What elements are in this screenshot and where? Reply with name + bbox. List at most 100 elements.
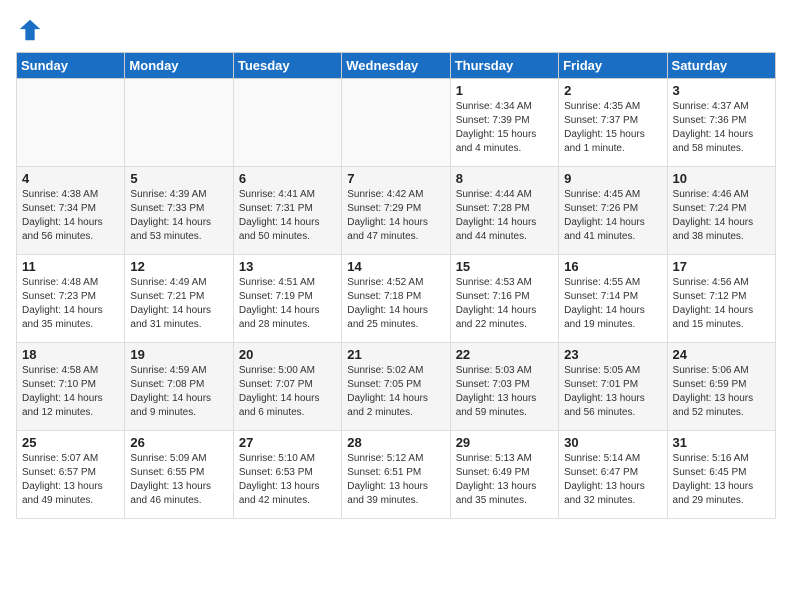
calendar-cell: 9 Sunrise: 4:45 AM Sunset: 7:26 PM Daylig… — [559, 167, 667, 255]
day-info: Sunrise: 5:16 AM Sunset: 6:45 PM Dayligh… — [673, 452, 770, 508]
column-header-tuesday: Tuesday — [233, 53, 341, 79]
calendar-cell: 20 Sunrise: 5:00 AM Sunset: 7:07 PM Dayli… — [233, 343, 341, 431]
day-number: 22 — [456, 347, 553, 362]
day-number: 17 — [673, 259, 770, 274]
column-header-thursday: Thursday — [450, 53, 558, 79]
day-info: Sunrise: 4:38 AM Sunset: 7:34 PM Dayligh… — [22, 188, 119, 244]
calendar-cell: 27 Sunrise: 5:10 AM Sunset: 6:53 PM Dayli… — [233, 431, 341, 519]
calendar-cell: 31Sunrise: 5:16 AM Sunset: 6:45 PM Dayli… — [667, 431, 775, 519]
calendar-week-row: 18 Sunrise: 4:58 AM Sunset: 7:10 PM Dayli… — [17, 343, 776, 431]
calendar-week-row: 11 Sunrise: 4:48 AM Sunset: 7:23 PM Dayli… — [17, 255, 776, 343]
day-info: Sunrise: 4:53 AM Sunset: 7:16 PM Dayligh… — [456, 276, 553, 332]
day-info: Sunrise: 4:39 AM Sunset: 7:33 PM Dayligh… — [130, 188, 227, 244]
day-number: 10 — [673, 171, 770, 186]
day-number: 16 — [564, 259, 661, 274]
day-info: Sunrise: 5:12 AM Sunset: 6:51 PM Dayligh… — [347, 452, 444, 508]
day-info: Sunrise: 4:55 AM Sunset: 7:14 PM Dayligh… — [564, 276, 661, 332]
day-info: Sunrise: 4:37 AM Sunset: 7:36 PM Dayligh… — [673, 100, 770, 156]
day-number: 2 — [564, 83, 661, 98]
calendar-cell: 29 Sunrise: 5:13 AM Sunset: 6:49 PM Dayli… — [450, 431, 558, 519]
day-info: Sunrise: 4:59 AM Sunset: 7:08 PM Dayligh… — [130, 364, 227, 420]
calendar-cell: 8 Sunrise: 4:44 AM Sunset: 7:28 PM Daylig… — [450, 167, 558, 255]
day-info: Sunrise: 5:06 AM Sunset: 6:59 PM Dayligh… — [673, 364, 770, 420]
calendar-cell: 11 Sunrise: 4:48 AM Sunset: 7:23 PM Dayli… — [17, 255, 125, 343]
day-number: 7 — [347, 171, 444, 186]
calendar-header-row: SundayMondayTuesdayWednesdayThursdayFrid… — [17, 53, 776, 79]
day-number: 11 — [22, 259, 119, 274]
logo — [16, 16, 48, 44]
day-number: 21 — [347, 347, 444, 362]
day-number: 23 — [564, 347, 661, 362]
calendar-cell: 5 Sunrise: 4:39 AM Sunset: 7:33 PM Daylig… — [125, 167, 233, 255]
day-number: 3 — [673, 83, 770, 98]
day-info: Sunrise: 4:49 AM Sunset: 7:21 PM Dayligh… — [130, 276, 227, 332]
day-number: 1 — [456, 83, 553, 98]
day-number: 14 — [347, 259, 444, 274]
column-header-friday: Friday — [559, 53, 667, 79]
calendar-week-row: 25 Sunrise: 5:07 AM Sunset: 6:57 PM Dayli… — [17, 431, 776, 519]
day-info: Sunrise: 4:42 AM Sunset: 7:29 PM Dayligh… — [347, 188, 444, 244]
day-number: 12 — [130, 259, 227, 274]
page-header — [16, 16, 776, 44]
day-info: Sunrise: 4:44 AM Sunset: 7:28 PM Dayligh… — [456, 188, 553, 244]
day-number: 29 — [456, 435, 553, 450]
day-number: 13 — [239, 259, 336, 274]
calendar-cell: 19 Sunrise: 4:59 AM Sunset: 7:08 PM Dayli… — [125, 343, 233, 431]
day-number: 18 — [22, 347, 119, 362]
day-info: Sunrise: 4:56 AM Sunset: 7:12 PM Dayligh… — [673, 276, 770, 332]
day-info: Sunrise: 4:48 AM Sunset: 7:23 PM Dayligh… — [22, 276, 119, 332]
calendar-cell: 7 Sunrise: 4:42 AM Sunset: 7:29 PM Daylig… — [342, 167, 450, 255]
day-info: Sunrise: 5:03 AM Sunset: 7:03 PM Dayligh… — [456, 364, 553, 420]
calendar-cell: 26 Sunrise: 5:09 AM Sunset: 6:55 PM Dayli… — [125, 431, 233, 519]
day-number: 20 — [239, 347, 336, 362]
day-info: Sunrise: 4:35 AM Sunset: 7:37 PM Dayligh… — [564, 100, 661, 156]
day-info: Sunrise: 4:51 AM Sunset: 7:19 PM Dayligh… — [239, 276, 336, 332]
calendar-cell: 21 Sunrise: 5:02 AM Sunset: 7:05 PM Dayli… — [342, 343, 450, 431]
calendar-cell — [17, 79, 125, 167]
calendar-cell: 13 Sunrise: 4:51 AM Sunset: 7:19 PM Dayli… — [233, 255, 341, 343]
calendar-cell: 14 Sunrise: 4:52 AM Sunset: 7:18 PM Dayli… — [342, 255, 450, 343]
day-number: 8 — [456, 171, 553, 186]
day-info: Sunrise: 5:10 AM Sunset: 6:53 PM Dayligh… — [239, 452, 336, 508]
day-info: Sunrise: 5:14 AM Sunset: 6:47 PM Dayligh… — [564, 452, 661, 508]
day-info: Sunrise: 5:13 AM Sunset: 6:49 PM Dayligh… — [456, 452, 553, 508]
day-number: 26 — [130, 435, 227, 450]
calendar-cell — [233, 79, 341, 167]
day-number: 5 — [130, 171, 227, 186]
day-number: 28 — [347, 435, 444, 450]
logo-icon — [16, 16, 44, 44]
calendar-cell: 17 Sunrise: 4:56 AM Sunset: 7:12 PM Dayli… — [667, 255, 775, 343]
day-info: Sunrise: 5:07 AM Sunset: 6:57 PM Dayligh… — [22, 452, 119, 508]
day-info: Sunrise: 5:02 AM Sunset: 7:05 PM Dayligh… — [347, 364, 444, 420]
calendar-cell: 24 Sunrise: 5:06 AM Sunset: 6:59 PM Dayli… — [667, 343, 775, 431]
calendar-table: SundayMondayTuesdayWednesdayThursdayFrid… — [16, 52, 776, 519]
day-number: 24 — [673, 347, 770, 362]
day-info: Sunrise: 4:58 AM Sunset: 7:10 PM Dayligh… — [22, 364, 119, 420]
day-info: Sunrise: 5:00 AM Sunset: 7:07 PM Dayligh… — [239, 364, 336, 420]
day-info: Sunrise: 5:05 AM Sunset: 7:01 PM Dayligh… — [564, 364, 661, 420]
column-header-wednesday: Wednesday — [342, 53, 450, 79]
calendar-cell: 28 Sunrise: 5:12 AM Sunset: 6:51 PM Dayli… — [342, 431, 450, 519]
day-info: Sunrise: 5:09 AM Sunset: 6:55 PM Dayligh… — [130, 452, 227, 508]
calendar-cell: 1Sunrise: 4:34 AM Sunset: 7:39 PM Daylig… — [450, 79, 558, 167]
day-number: 4 — [22, 171, 119, 186]
day-number: 27 — [239, 435, 336, 450]
day-number: 9 — [564, 171, 661, 186]
calendar-cell: 18 Sunrise: 4:58 AM Sunset: 7:10 PM Dayli… — [17, 343, 125, 431]
calendar-week-row: 4 Sunrise: 4:38 AM Sunset: 7:34 PM Daylig… — [17, 167, 776, 255]
calendar-cell — [125, 79, 233, 167]
day-info: Sunrise: 4:52 AM Sunset: 7:18 PM Dayligh… — [347, 276, 444, 332]
day-number: 6 — [239, 171, 336, 186]
calendar-cell: 16 Sunrise: 4:55 AM Sunset: 7:14 PM Dayli… — [559, 255, 667, 343]
day-info: Sunrise: 4:41 AM Sunset: 7:31 PM Dayligh… — [239, 188, 336, 244]
calendar-cell: 2 Sunrise: 4:35 AM Sunset: 7:37 PM Daylig… — [559, 79, 667, 167]
calendar-week-row: 1Sunrise: 4:34 AM Sunset: 7:39 PM Daylig… — [17, 79, 776, 167]
calendar-cell: 23 Sunrise: 5:05 AM Sunset: 7:01 PM Dayli… — [559, 343, 667, 431]
day-number: 19 — [130, 347, 227, 362]
day-info: Sunrise: 4:46 AM Sunset: 7:24 PM Dayligh… — [673, 188, 770, 244]
day-number: 25 — [22, 435, 119, 450]
column-header-monday: Monday — [125, 53, 233, 79]
column-header-sunday: Sunday — [17, 53, 125, 79]
calendar-cell: 25 Sunrise: 5:07 AM Sunset: 6:57 PM Dayli… — [17, 431, 125, 519]
day-info: Sunrise: 4:45 AM Sunset: 7:26 PM Dayligh… — [564, 188, 661, 244]
